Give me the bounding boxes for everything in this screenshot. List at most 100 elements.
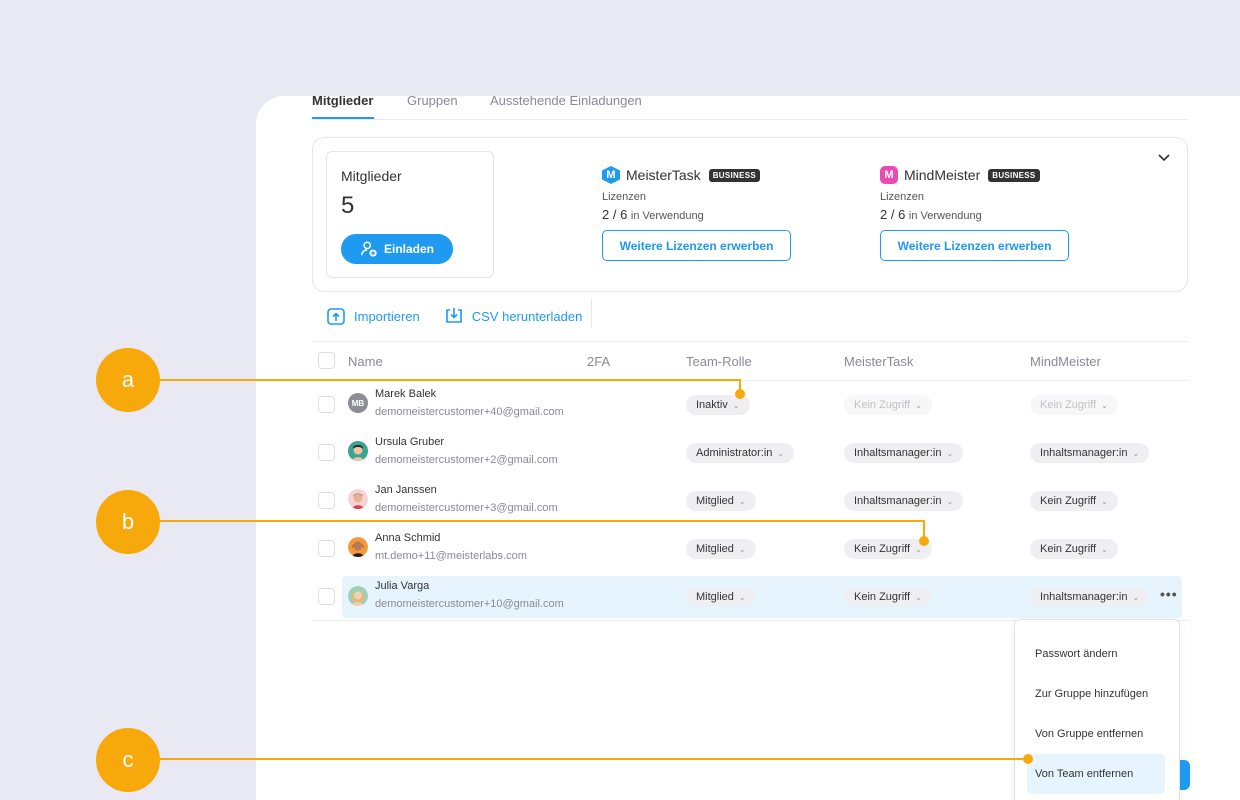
csv-download-button[interactable]: CSV herunterladen [444, 306, 582, 326]
mindmeister-role-dropdown[interactable]: Inhaltsmanager:in ⌄ [1030, 587, 1150, 607]
mindmeister-role-value: Inhaltsmanager:in [1040, 447, 1128, 459]
mindmeister-role-dropdown[interactable]: Kein Zugriff ⌄ [1030, 539, 1118, 559]
partial-button[interactable] [1180, 760, 1190, 790]
tab-ausstehende-einladungen[interactable]: Ausstehende Einladungen [490, 96, 642, 108]
user-email: demomeistercustomer+10@gmail.com [375, 598, 564, 610]
callout-b-dot [919, 536, 929, 546]
callout-b-line [160, 520, 925, 522]
meistertask-role-value: Inhaltsmanager:in [854, 495, 942, 507]
team-role-value: Administrator:in [696, 447, 773, 459]
menu-item-change-password[interactable]: Passwort ändern [1027, 634, 1165, 674]
user-name: Anna Schmid [375, 532, 441, 544]
chevron-down-icon: ⌄ [1132, 592, 1140, 602]
licenses-used: 2 / 6 [602, 207, 628, 222]
import-button[interactable]: Importieren [326, 306, 420, 326]
column-2fa[interactable]: 2FA [587, 354, 610, 369]
import-label: Importieren [354, 308, 420, 324]
table-row[interactable]: MB Marek Balek demomeistercustomer+40@gm… [312, 382, 1188, 426]
license-overview-card: Mitglieder 5 Einladen M MeisterTask BUSI… [312, 137, 1188, 292]
team-role-dropdown[interactable]: Mitglied ⌄ [686, 539, 756, 559]
team-role-value: Inaktiv [696, 399, 728, 411]
avatar [348, 537, 368, 557]
meistertask-role-dropdown[interactable]: Kein Zugriff ⌄ [844, 587, 932, 607]
mindmeister-role-value: Kein Zugriff [1040, 543, 1097, 555]
members-label: Mitglieder [341, 168, 402, 184]
table-row[interactable]: Anna Schmid mt.demo+11@meisterlabs.com M… [312, 526, 1188, 570]
user-email: demomeistercustomer+2@gmail.com [375, 454, 558, 466]
menu-item-remove-from-group[interactable]: Von Gruppe entfernen [1027, 714, 1165, 754]
licenses-used-suffix: in Verwendung [630, 210, 704, 222]
team-role-dropdown[interactable]: Mitglied ⌄ [686, 587, 756, 607]
user-email: demomeistercustomer+40@gmail.com [375, 406, 564, 418]
mindmeister-logo-icon: M [880, 166, 898, 184]
licenses-label: Lizenzen [880, 191, 925, 203]
row-checkbox[interactable] [318, 540, 335, 557]
meistertask-license: M MeisterTask BUSINESS Lizenzen 2 / 6 in… [602, 165, 791, 261]
meistertask-role-dropdown[interactable]: Kein Zugriff ⌄ [844, 395, 932, 415]
meistertask-logo-icon: M [602, 166, 620, 184]
user-name: Jan Janssen [375, 484, 437, 496]
table-row[interactable]: Jan Janssen demomeistercustomer+3@gmail.… [312, 478, 1188, 522]
row-checkbox[interactable] [318, 588, 335, 605]
column-mindmeister[interactable]: MindMeister [1030, 354, 1101, 369]
mindmeister-role-dropdown[interactable]: Kein Zugriff ⌄ [1030, 491, 1118, 511]
row-checkbox[interactable] [318, 492, 335, 509]
user-email: mt.demo+11@meisterlabs.com [375, 550, 527, 562]
meistertask-role-dropdown[interactable]: Inhaltsmanager:in ⌄ [844, 491, 964, 511]
members-panel: Mitglieder Gruppen Ausstehende Einladung… [256, 96, 1240, 800]
team-role-value: Mitglied [696, 591, 734, 603]
chevron-down-icon: ⌄ [946, 496, 954, 506]
team-role-dropdown[interactable]: Administrator:in ⌄ [686, 443, 795, 463]
tab-gruppen[interactable]: Gruppen [407, 96, 458, 108]
buy-licenses-button-meistertask[interactable]: Weitere Lizenzen erwerben [602, 230, 791, 261]
row-checkbox[interactable] [318, 396, 335, 413]
actions-divider [591, 298, 592, 328]
mindmeister-role-value: Kein Zugriff [1040, 495, 1097, 507]
chevron-down-icon: ⌄ [915, 544, 922, 554]
select-all-checkbox[interactable] [318, 352, 335, 369]
callout-c-dot [1023, 754, 1033, 764]
callout-a-dot [735, 389, 745, 399]
table-row[interactable]: Ursula Gruber demomeistercustomer+2@gmai… [312, 430, 1188, 474]
mindmeister-role-value: Kein Zugriff [1040, 399, 1097, 411]
collapse-chevron-icon[interactable] [1157, 150, 1171, 164]
invite-button[interactable]: Einladen [341, 234, 453, 264]
column-meistertask[interactable]: MeisterTask [844, 354, 913, 369]
callout-b: b [96, 490, 160, 554]
mindmeister-license: M MindMeister BUSINESS Lizenzen 2 / 6 in… [880, 165, 1069, 261]
licenses-used-suffix: in Verwendung [908, 210, 982, 222]
more-horizontal-icon[interactable]: ••• [1160, 586, 1178, 602]
chevron-down-icon: ⌄ [915, 400, 922, 410]
callout-c-line [160, 758, 1030, 760]
chevron-down-icon: ⌄ [1101, 400, 1108, 410]
chevron-down-icon: ⌄ [738, 496, 746, 506]
menu-item-add-to-group[interactable]: Zur Gruppe hinzufügen [1027, 674, 1165, 714]
tab-mitglieder[interactable]: Mitglieder [312, 96, 373, 108]
chevron-down-icon: ⌄ [777, 448, 785, 458]
mindmeister-role-dropdown[interactable]: Inhaltsmanager:in ⌄ [1030, 443, 1150, 463]
team-role-value: Mitglied [696, 543, 734, 555]
table-header: Name 2FA Team-Rolle MeisterTask MindMeis… [312, 341, 1188, 381]
buy-licenses-button-mindmeister[interactable]: Weitere Lizenzen erwerben [880, 230, 1069, 261]
row-checkbox[interactable] [318, 444, 335, 461]
table-row-selected[interactable]: Julia Varga demomeistercustomer+10@gmail… [312, 576, 1188, 620]
menu-item-remove-from-team[interactable]: Von Team entfernen [1027, 754, 1165, 794]
avatar: MB [348, 393, 368, 413]
licenses-used: 2 / 6 [880, 207, 906, 222]
chevron-down-icon: ⌄ [732, 400, 740, 410]
team-role-dropdown[interactable]: Mitglied ⌄ [686, 491, 756, 511]
meistertask-role-dropdown[interactable]: Inhaltsmanager:in ⌄ [844, 443, 964, 463]
add-user-icon [361, 241, 377, 257]
licenses-usage: 2 / 6 in Verwendung [880, 207, 1069, 222]
meistertask-role-value: Inhaltsmanager:in [854, 447, 942, 459]
column-team-role[interactable]: Team-Rolle [686, 354, 752, 369]
chevron-down-icon: ⌄ [915, 592, 922, 602]
user-name: Marek Balek [375, 388, 437, 400]
user-name: Julia Varga [375, 580, 430, 592]
chevron-down-icon: ⌄ [1101, 544, 1108, 554]
mindmeister-role-value: Inhaltsmanager:in [1040, 591, 1128, 603]
mindmeister-role-dropdown[interactable]: Kein Zugriff ⌄ [1030, 395, 1118, 415]
column-name[interactable]: Name [348, 354, 383, 369]
chevron-down-icon: ⌄ [738, 592, 746, 602]
members-summary: Mitglieder 5 Einladen [326, 151, 494, 278]
